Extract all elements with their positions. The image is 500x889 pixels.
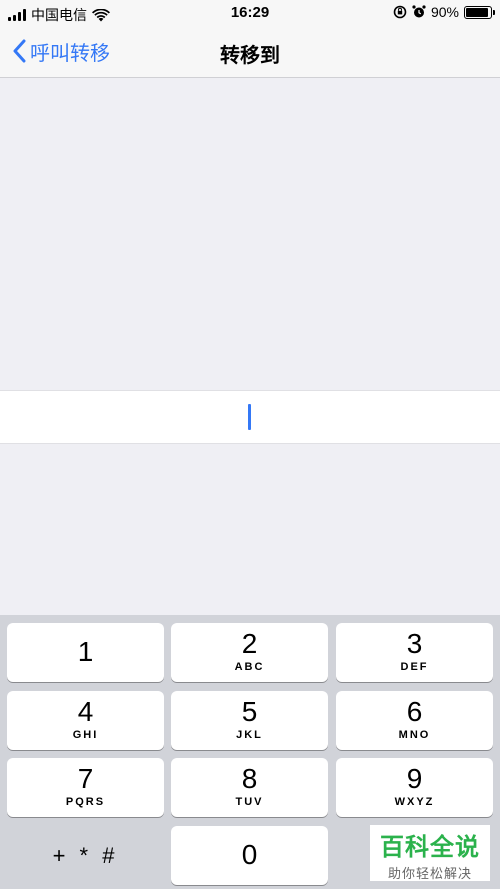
status-bar: 中国电信 16:29 90% xyxy=(0,0,500,26)
battery-icon xyxy=(464,5,495,19)
watermark-title: 百科全说 xyxy=(380,834,480,861)
key-digit: 5 xyxy=(241,696,258,727)
key-digit: 1 xyxy=(77,636,94,667)
key-digit: 6 xyxy=(406,696,423,727)
key-letters: MNO xyxy=(398,729,431,741)
key-5[interactable]: 5 JKL xyxy=(171,691,328,750)
key-digit: 8 xyxy=(241,763,258,794)
key-letters: TUV xyxy=(235,796,264,808)
key-letters: ABC xyxy=(234,661,265,673)
key-1[interactable]: 1 xyxy=(7,623,164,682)
rotation-lock-icon xyxy=(393,5,407,19)
key-7[interactable]: 7 PQRS xyxy=(7,758,164,817)
content-area xyxy=(0,78,500,615)
key-digit: 2 xyxy=(241,628,258,659)
nav-bar: 呼叫转移 转移到 xyxy=(0,26,500,78)
key-4[interactable]: 4 GHI xyxy=(7,691,164,750)
watermark-subtitle: 助你轻松解决 xyxy=(387,866,472,881)
battery-percent: 90% xyxy=(430,4,459,20)
battery-fill xyxy=(466,7,488,17)
key-digit: 0 xyxy=(241,839,258,870)
key-0[interactable]: 0 xyxy=(171,826,328,885)
key-9[interactable]: 9 WXYZ xyxy=(336,758,493,817)
key-3[interactable]: 3 DEF xyxy=(336,623,493,682)
key-letters: JKL xyxy=(236,729,263,741)
key-digit: 9 xyxy=(406,763,423,794)
key-letters: PQRS xyxy=(65,796,106,808)
text-cursor xyxy=(248,404,251,430)
key-8[interactable]: 8 TUV xyxy=(171,758,328,817)
key-digit: 4 xyxy=(77,696,94,727)
key-letters: GHI xyxy=(72,729,99,741)
symbols-key[interactable]: + * # xyxy=(7,826,164,885)
status-right: 90% xyxy=(393,4,495,20)
key-2[interactable]: 2 ABC xyxy=(171,623,328,682)
alarm-icon xyxy=(412,5,426,18)
key-letters: DEF xyxy=(400,661,429,673)
key-letters: WXYZ xyxy=(394,796,435,808)
key-6[interactable]: 6 MNO xyxy=(336,691,493,750)
watermark-logo: 百科全说 助你轻松解决 xyxy=(370,825,490,881)
key-digit: 3 xyxy=(406,628,423,659)
page-title: 转移到 xyxy=(220,45,280,67)
key-digit: 7 xyxy=(77,763,94,794)
